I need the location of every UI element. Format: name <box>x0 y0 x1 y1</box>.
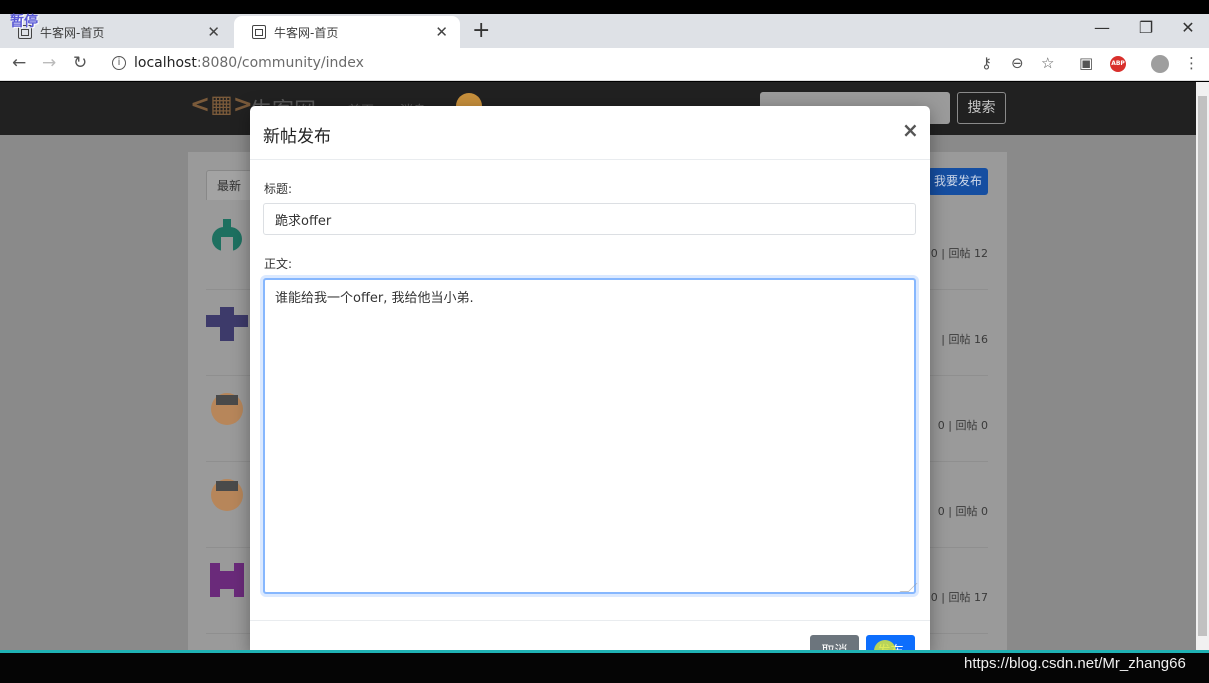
menu-dots-icon[interactable]: ⋮ <box>1184 54 1199 72</box>
pause-label[interactable]: 暂停 <box>10 11 38 31</box>
watermark: https://blog.csdn.net/Mr_zhang66 <box>964 655 1186 672</box>
search-button[interactable]: 搜索 <box>957 92 1006 124</box>
tab-title: 牛客网-首页 <box>40 25 105 40</box>
tab-title: 牛客网-首页 <box>274 25 339 40</box>
zoom-icon[interactable]: ⊖ <box>1011 54 1024 72</box>
back-arrow-icon[interactable]: ← <box>12 53 26 73</box>
screen: 牛客网-首页 ✕ 牛客网-首页 ✕ + — ❐ ✕ 暂停 ← → ↻ i loc… <box>0 0 1209 683</box>
new-tab-button[interactable]: + <box>472 18 490 43</box>
close-tab-icon[interactable]: ✕ <box>435 23 448 41</box>
post-avatar <box>206 307 248 341</box>
forward-arrow-icon[interactable]: → <box>42 53 56 73</box>
modal-header: 新帖发布 × <box>250 106 930 160</box>
adblock-icon[interactable]: ABP <box>1110 56 1126 72</box>
restore-button[interactable]: ❐ <box>1124 18 1168 37</box>
tab-latest[interactable]: 最新 <box>206 170 252 200</box>
star-icon[interactable]: ☆ <box>1041 54 1054 72</box>
close-window-button[interactable]: ✕ <box>1166 18 1209 37</box>
favicon-icon <box>252 25 266 39</box>
minimize-button[interactable]: — <box>1080 18 1124 37</box>
title-input[interactable] <box>263 203 916 235</box>
close-icon[interactable]: × <box>902 118 919 142</box>
browser-toolbar: ← → ↻ i localhost:8080/community/index ⚷… <box>0 48 1209 81</box>
post-stats: 0 | 回帖 0 <box>937 419 988 432</box>
content-textarea[interactable]: 谁能给我一个offer, 我给他当小弟. <box>263 278 916 594</box>
post-stats: | 回帖 16 <box>941 333 988 346</box>
page-scrollbar[interactable] <box>1196 82 1209 652</box>
browser-tabstrip: 牛客网-首页 ✕ 牛客网-首页 ✕ + — ❐ ✕ <box>0 14 1209 48</box>
content-label: 正文: <box>264 257 293 271</box>
scrollbar-thumb[interactable] <box>1198 96 1207 636</box>
title-label: 标题: <box>264 182 293 196</box>
info-icon[interactable]: i <box>112 56 126 70</box>
browser-tab-2[interactable]: 牛客网-首页 ✕ <box>234 16 460 48</box>
post-avatar <box>211 479 243 511</box>
post-stats: 0 | 回帖 12 <box>930 247 988 260</box>
profile-avatar-icon[interactable] <box>1151 55 1169 73</box>
close-tab-icon[interactable]: ✕ <box>207 23 220 41</box>
reload-icon[interactable]: ↻ <box>73 53 87 73</box>
post-stats: 0 | 回帖 0 <box>937 505 988 518</box>
post-avatar <box>212 219 242 251</box>
site-logo-icon: <▦> <box>190 90 253 118</box>
modal-title: 新帖发布 <box>263 127 331 147</box>
key-icon[interactable]: ⚷ <box>981 54 992 72</box>
address-bar[interactable]: localhost:8080/community/index <box>134 55 364 71</box>
post-avatar <box>210 563 244 597</box>
url-host: localhost <box>134 55 197 71</box>
url-path: :8080/community/index <box>196 55 364 71</box>
new-post-modal: 新帖发布 × 标题: 正文: 谁能给我一个offer, 我给他当小弟. 取消 发… <box>250 106 930 652</box>
publish-button[interactable]: 我要发布 <box>928 168 988 195</box>
post-avatar <box>211 393 243 425</box>
pocket-icon[interactable]: ▣ <box>1079 54 1093 72</box>
post-stats: 0 | 回帖 17 <box>930 591 988 604</box>
